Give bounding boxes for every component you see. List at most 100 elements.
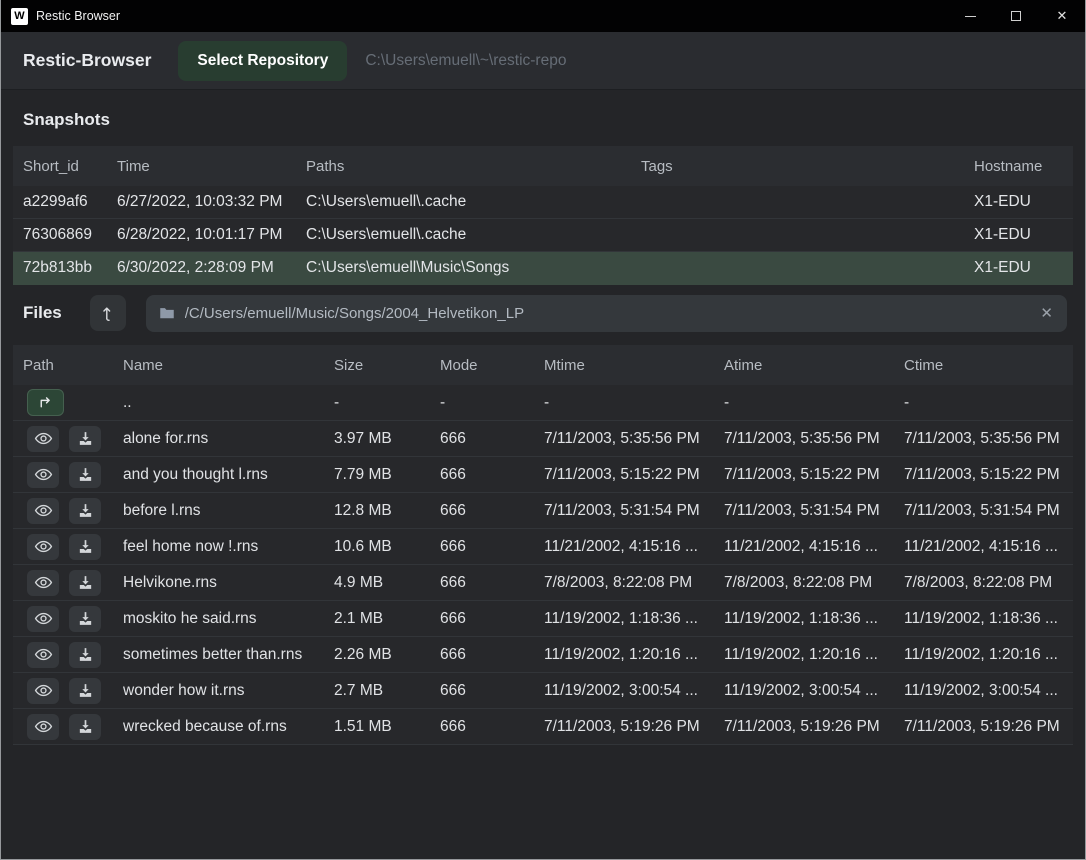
file-ctime: 7/11/2003, 5:15:22 PM bbox=[894, 466, 1073, 484]
download-file-button[interactable] bbox=[69, 714, 101, 740]
preview-file-button[interactable] bbox=[27, 642, 59, 668]
preview-eye-icon bbox=[34, 717, 53, 736]
file-size: 10.6 MB bbox=[324, 538, 430, 556]
file-mode: 666 bbox=[430, 718, 534, 736]
file-mode: 666 bbox=[430, 610, 534, 628]
snapshot-paths: C:\Users\emuell\.cache bbox=[296, 193, 631, 211]
preview-file-button[interactable] bbox=[27, 606, 59, 632]
files-column-header-ctime: Ctime bbox=[894, 357, 1073, 374]
preview-eye-icon bbox=[34, 573, 53, 592]
snapshot-time: 6/28/2022, 10:01:17 PM bbox=[107, 226, 296, 244]
file-row: sometimes better than.rns2.26 MB66611/19… bbox=[13, 637, 1073, 673]
download-file-button[interactable] bbox=[69, 534, 101, 560]
file-mtime: 7/11/2003, 5:19:26 PM bbox=[534, 718, 714, 736]
file-size: 12.8 MB bbox=[324, 502, 430, 520]
snapshots-column-header-short_id: Short_id bbox=[13, 158, 107, 175]
file-path-cell bbox=[13, 570, 113, 596]
maximize-button[interactable] bbox=[993, 0, 1039, 32]
download-icon bbox=[77, 718, 94, 735]
download-file-button[interactable] bbox=[69, 462, 101, 488]
files-column-header-mtime: Mtime bbox=[534, 357, 714, 374]
file-atime: - bbox=[714, 394, 894, 412]
window-controls: ✕ bbox=[947, 0, 1085, 32]
file-name: and you thought l.rns bbox=[113, 466, 324, 484]
snapshot-time: 6/30/2022, 2:28:09 PM bbox=[107, 259, 296, 277]
file-ctime: 11/21/2002, 4:15:16 ... bbox=[894, 538, 1073, 556]
files-column-header-mode: Mode bbox=[430, 357, 534, 374]
snapshots-column-header-time: Time bbox=[107, 158, 296, 175]
preview-file-button[interactable] bbox=[27, 534, 59, 560]
download-icon bbox=[77, 646, 94, 663]
maximize-icon bbox=[1011, 11, 1021, 21]
snapshots-column-header-hostname: Hostname bbox=[964, 158, 1073, 175]
file-actions bbox=[23, 678, 113, 704]
path-input[interactable]: /C/Users/emuell/Music/Songs/2004_Helveti… bbox=[146, 295, 1067, 332]
download-icon bbox=[77, 574, 94, 591]
preview-file-button[interactable] bbox=[27, 462, 59, 488]
goto-root-button[interactable] bbox=[90, 295, 126, 331]
file-row: alone for.rns3.97 MB6667/11/2003, 5:35:5… bbox=[13, 421, 1073, 457]
file-mode: 666 bbox=[430, 682, 534, 700]
download-file-button[interactable] bbox=[69, 642, 101, 668]
files-table: PathNameSizeModeMtimeAtimeCtime ..----- … bbox=[13, 345, 1073, 745]
file-mode: 666 bbox=[430, 502, 534, 520]
parent-directory-button[interactable] bbox=[27, 389, 64, 416]
file-name: wonder how it.rns bbox=[113, 682, 324, 700]
snapshot-paths: C:\Users\emuell\.cache bbox=[296, 226, 631, 244]
download-file-button[interactable] bbox=[69, 606, 101, 632]
file-mtime: 7/11/2003, 5:35:56 PM bbox=[534, 430, 714, 448]
file-name: .. bbox=[113, 394, 324, 412]
file-ctime: 7/8/2003, 8:22:08 PM bbox=[894, 574, 1073, 592]
download-file-button[interactable] bbox=[69, 426, 101, 452]
file-name: Helvikone.rns bbox=[113, 574, 324, 592]
file-name: alone for.rns bbox=[113, 430, 324, 448]
preview-eye-icon bbox=[34, 501, 53, 520]
snapshots-body: a2299af66/27/2022, 10:03:32 PMC:\Users\e… bbox=[13, 186, 1073, 285]
preview-file-button[interactable] bbox=[27, 678, 59, 704]
app-logo-icon: W bbox=[11, 8, 28, 25]
snapshot-row-selected[interactable]: 72b813bb6/30/2022, 2:28:09 PMC:\Users\em… bbox=[13, 252, 1073, 285]
snapshots-column-header-paths: Paths bbox=[296, 158, 631, 175]
file-actions bbox=[23, 498, 113, 524]
file-path-cell bbox=[13, 389, 113, 416]
file-name: before l.rns bbox=[113, 502, 324, 520]
file-mtime: - bbox=[534, 394, 714, 412]
preview-file-button[interactable] bbox=[27, 498, 59, 524]
snapshot-row[interactable]: a2299af66/27/2022, 10:03:32 PMC:\Users\e… bbox=[13, 186, 1073, 219]
preview-file-button[interactable] bbox=[27, 426, 59, 452]
file-ctime: 11/19/2002, 1:20:16 ... bbox=[894, 646, 1073, 664]
preview-eye-icon bbox=[34, 609, 53, 628]
clear-path-button[interactable]: ✕ bbox=[1038, 304, 1055, 322]
minimize-button[interactable] bbox=[947, 0, 993, 32]
close-icon: ✕ bbox=[1057, 8, 1068, 24]
file-row: moskito he said.rns2.1 MB66611/19/2002, … bbox=[13, 601, 1073, 637]
download-icon bbox=[77, 682, 94, 699]
close-button[interactable]: ✕ bbox=[1039, 0, 1085, 32]
snapshot-row[interactable]: 763068696/28/2022, 10:01:17 PMC:\Users\e… bbox=[13, 219, 1073, 252]
file-row: Helvikone.rns4.9 MB6667/8/2003, 8:22:08 … bbox=[13, 565, 1073, 601]
files-column-header-atime: Atime bbox=[714, 357, 894, 374]
parent-directory-row: ..----- bbox=[13, 385, 1073, 421]
file-actions bbox=[23, 714, 113, 740]
minimize-icon bbox=[965, 16, 976, 17]
select-repository-button[interactable]: Select Repository bbox=[178, 41, 347, 81]
file-mode: 666 bbox=[430, 646, 534, 664]
download-file-button[interactable] bbox=[69, 678, 101, 704]
file-ctime: - bbox=[894, 394, 1073, 412]
download-file-button[interactable] bbox=[69, 498, 101, 524]
preview-file-button[interactable] bbox=[27, 570, 59, 596]
files-column-header-path: Path bbox=[13, 357, 113, 374]
snapshots-table: Short_idTimePathsTagsHostname a2299af66/… bbox=[13, 146, 1073, 285]
file-path-cell bbox=[13, 498, 113, 524]
file-size: - bbox=[324, 394, 430, 412]
snapshot-time: 6/27/2022, 10:03:32 PM bbox=[107, 193, 296, 211]
app-title: Restic-Browser bbox=[23, 50, 151, 71]
file-atime: 7/11/2003, 5:35:56 PM bbox=[714, 430, 894, 448]
download-file-button[interactable] bbox=[69, 570, 101, 596]
download-icon bbox=[77, 430, 94, 447]
folder-icon bbox=[158, 304, 176, 322]
files-header-row: PathNameSizeModeMtimeAtimeCtime bbox=[13, 345, 1073, 385]
preview-file-button[interactable] bbox=[27, 714, 59, 740]
download-icon bbox=[77, 538, 94, 555]
snapshots-header-row: Short_idTimePathsTagsHostname bbox=[13, 146, 1073, 186]
